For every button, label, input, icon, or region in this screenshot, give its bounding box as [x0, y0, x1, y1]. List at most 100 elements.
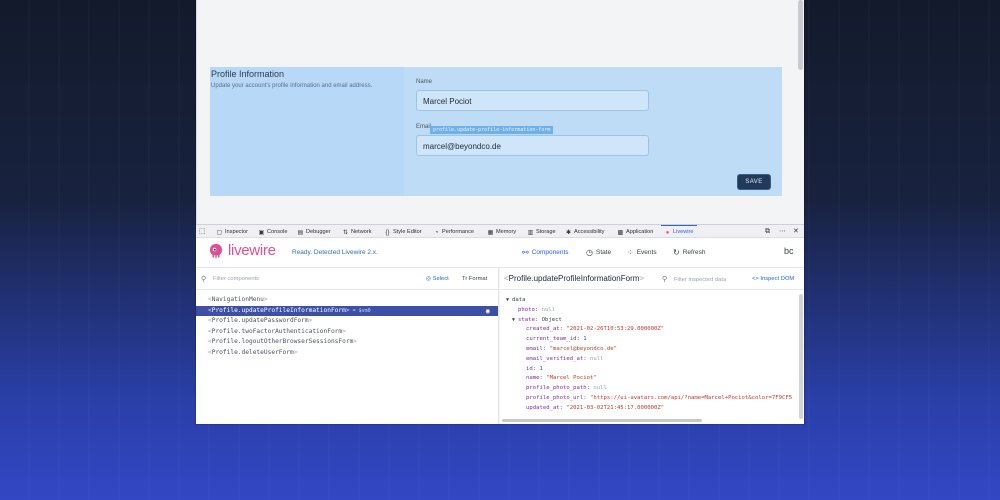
- tab-storage[interactable]: ▥ Storage: [527, 227, 556, 237]
- pick-element-icon[interactable]: ⬚: [199, 227, 206, 237]
- state-row[interactable]: ▼ state: Object: [506, 316, 796, 326]
- state-key: state:: [518, 316, 539, 323]
- page-scrollbar[interactable]: [798, 0, 803, 70]
- tab-label: Inspector: [225, 229, 249, 235]
- state-value: "marcel@beyondco.de": [549, 345, 617, 352]
- select-button[interactable]: ◎ Select: [426, 276, 449, 282]
- components-panel: ⚲ Filter components ◎ Select Tr Format <…: [196, 268, 499, 424]
- livewire-logo-icon: [210, 244, 222, 258]
- search-icon: ⚲: [662, 276, 668, 283]
- state-horizontal-scrollbar[interactable]: [502, 419, 702, 422]
- network-icon: ⇅: [342, 230, 349, 236]
- detection-status: Ready. Detected Livewire 2.x.: [292, 249, 378, 256]
- format-button[interactable]: Tr Format: [462, 276, 487, 282]
- tab-inspector[interactable]: ▢ Inspector: [216, 227, 248, 237]
- state-key: data: [512, 297, 526, 303]
- tree-item-label: NavigationMenu: [211, 296, 264, 303]
- tree-item-label: Profile.twoFactorAuthenticationForm: [211, 327, 343, 335]
- state-row: id: 1: [506, 365, 796, 375]
- tree-item-label: Profile.updateProfileInformationForm: [211, 306, 346, 314]
- section-title: Profile Information: [211, 69, 285, 79]
- inspect-dom-button[interactable]: <> Inspect DOM: [752, 276, 794, 282]
- nav-label: Events: [636, 249, 657, 256]
- expanded-triangle-icon: ▼: [512, 316, 516, 323]
- state-value: "https://ui-avatars.com/api/?name=Marcel…: [590, 394, 793, 401]
- tab-memory[interactable]: ▦ Memory: [487, 227, 517, 237]
- state-row: profile_photo_path: null: [506, 384, 796, 394]
- console-icon: ▣: [258, 230, 265, 236]
- tree-item-label: Profile.updatePasswordForm: [211, 317, 309, 324]
- state-row: email_verified_at: null: [506, 355, 796, 365]
- tree-item[interactable]: <Profile.updatePasswordForm>: [196, 316, 498, 327]
- filter-components-input[interactable]: Filter components: [213, 276, 259, 282]
- beyondcode-logo-icon[interactable]: bc: [784, 246, 794, 256]
- events-icon: ⁘: [627, 248, 634, 257]
- tree-item-selected[interactable]: <Profile.updateProfileInformationForm> = …: [196, 305, 498, 317]
- tree-item[interactable]: <Profile.deleteUserForm>: [196, 348, 498, 359]
- component-name-tooltip: profile.update-profile-information-form: [430, 126, 554, 134]
- page-left-edge: [196, 0, 197, 224]
- tab-console[interactable]: ▣ Console: [258, 227, 288, 237]
- state-row: current_team_id: 1: [506, 335, 796, 345]
- data-filter-row: <Profile.updateProfileInformationForm> ⚲…: [500, 268, 804, 290]
- tab-label: Memory: [496, 229, 517, 235]
- livewire-header: livewire Ready. Detected Livewire 2.x. ⚯…: [196, 238, 804, 268]
- nav-events[interactable]: ⁘ Events: [627, 248, 657, 257]
- tab-application[interactable]: ▩ Application: [617, 227, 654, 237]
- state-value: 1: [539, 365, 543, 372]
- more-options-icon[interactable]: ⋯: [779, 227, 786, 237]
- expanded-triangle-icon: ▼: [506, 297, 510, 303]
- tab-style-editor[interactable]: {} Style Editor: [384, 227, 422, 237]
- state-row: created_at: "2021-02-26T10:53:29.000000Z…: [506, 325, 796, 335]
- style-editor-icon: {}: [385, 230, 390, 236]
- email-input[interactable]: marcel@beyondco.de: [416, 135, 649, 156]
- nav-refresh[interactable]: ↻ Refresh: [673, 248, 705, 257]
- tree-item-label: Profile.deleteUserForm: [211, 348, 294, 356]
- tab-livewire[interactable]: ● Livewire: [661, 225, 697, 237]
- tab-debugger[interactable]: ▤ Debugger: [297, 227, 331, 237]
- tab-accessibility[interactable]: ✱ Accessibility: [565, 227, 604, 237]
- tree-item[interactable]: <Profile.logoutOtherBrowserSessionsForm>: [196, 337, 498, 348]
- eye-icon[interactable]: ◉: [486, 306, 490, 317]
- storage-icon: ▥: [527, 230, 534, 236]
- tab-label: Performance: [442, 229, 475, 235]
- state-value: "Marcel Pociot": [546, 375, 597, 382]
- state-key: created_at:: [526, 326, 564, 333]
- components-icon: ⚯: [522, 248, 529, 257]
- nav-state[interactable]: ◷ State: [586, 248, 611, 257]
- state-key: profile_photo_path:: [526, 385, 590, 392]
- accessibility-icon: ✱: [565, 230, 572, 236]
- save-button[interactable]: SAVE: [737, 174, 771, 190]
- select-label: Select: [432, 276, 449, 282]
- nav-components[interactable]: ⚯ Components: [522, 248, 569, 257]
- dock-icon[interactable]: ⧉: [765, 227, 770, 237]
- debugger-icon: ▤: [297, 230, 304, 236]
- state-row: profile_photo_url: "https://ui-avatars.c…: [506, 394, 796, 404]
- state-vertical-scrollbar[interactable]: [799, 294, 803, 419]
- name-input[interactable]: Marcel Pociot: [416, 90, 649, 111]
- tab-label: Livewire: [673, 229, 694, 235]
- tab-label: Accessibility: [574, 229, 605, 235]
- state-tree: ▼ data photo: null ▼ state: Object created…: [506, 296, 796, 414]
- tab-network[interactable]: ⇅ Network: [342, 227, 372, 237]
- state-row[interactable]: ▼ data: [506, 296, 796, 306]
- livewire-wordmark: livewire: [228, 242, 276, 259]
- application-icon: ▩: [617, 230, 624, 236]
- tree-item[interactable]: <Profile.twoFactorAuthenticationForm>: [196, 327, 498, 338]
- nav-label: State: [595, 249, 612, 256]
- state-key: name:: [526, 375, 543, 382]
- state-key: email_verified_at:: [526, 355, 587, 362]
- search-icon: ⚲: [201, 276, 207, 283]
- section-aside: Profile Information Update your account'…: [210, 67, 404, 196]
- state-key: updated_at:: [526, 404, 564, 411]
- tree-item[interactable]: <NavigationMenu>: [196, 295, 498, 306]
- state-row: name: "Marcel Pociot": [506, 374, 796, 384]
- tree-item-label: Profile.logoutOtherBrowserSessionsForm: [211, 338, 354, 345]
- close-icon[interactable]: ✕: [793, 227, 799, 237]
- tab-label: Style Editor: [393, 229, 422, 235]
- tab-performance[interactable]: ◔ Performance: [433, 227, 474, 237]
- filter-data-input[interactable]: Filter inspected data: [674, 277, 726, 283]
- component-filter-row: ⚲ Filter components ◎ Select Tr Format: [196, 268, 498, 290]
- selected-ref: = $vm0: [352, 307, 371, 314]
- browser-window: Profile Information Update your account'…: [196, 0, 804, 424]
